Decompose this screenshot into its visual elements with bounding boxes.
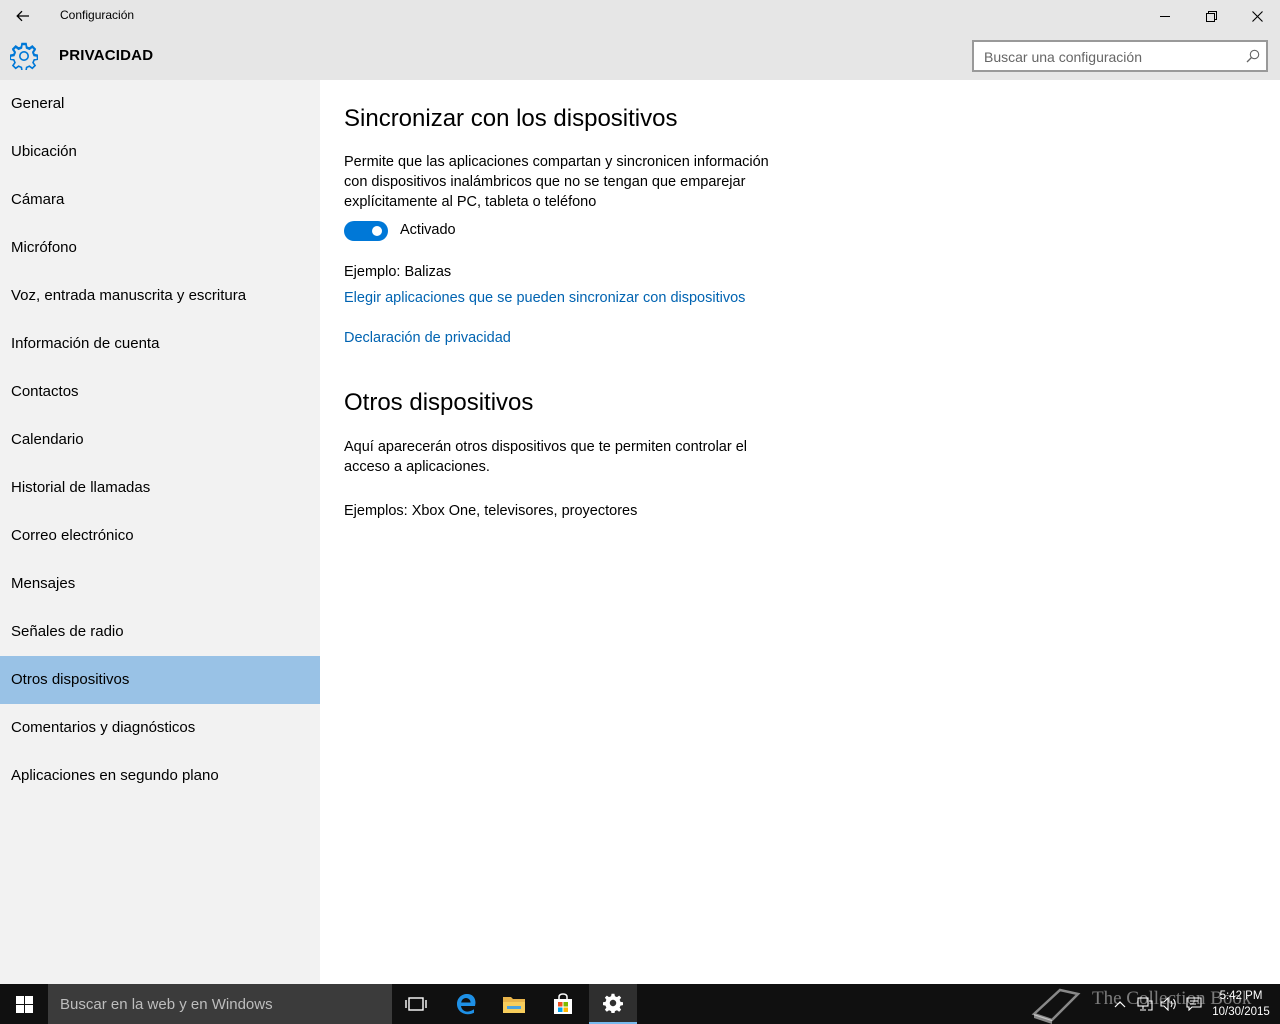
volume-icon (1160, 997, 1176, 1011)
title-bar: Configuración (0, 0, 1280, 32)
settings-taskbar-button[interactable] (589, 984, 637, 1024)
restore-button[interactable] (1188, 0, 1234, 32)
sidebar-item-otros-dispositivos[interactable]: Otros dispositivos (0, 656, 320, 704)
message-icon (1186, 997, 1202, 1011)
search-icon[interactable] (1246, 49, 1260, 63)
taskbar: Buscar en la web y en Windows The Collec… (0, 984, 1280, 1024)
sync-description: Permite que las aplicaciones compartan y… (344, 154, 769, 210)
file-explorer-button[interactable] (490, 984, 538, 1024)
taskbar-search-placeholder: Buscar en la web y en Windows (60, 996, 273, 1013)
file-explorer-icon (503, 997, 525, 1013)
choose-apps-link[interactable]: Elegir aplicaciones que se pueden sincro… (344, 290, 745, 306)
book-icon (1031, 988, 1081, 1024)
minimize-icon (1160, 16, 1170, 17)
clock-date: 10/30/2015 (1212, 1006, 1270, 1018)
network-button[interactable] (1134, 984, 1156, 1024)
sidebar-item-general[interactable]: General (0, 80, 320, 128)
start-button[interactable] (0, 984, 48, 1024)
settings-icon (603, 993, 623, 1013)
close-icon (1251, 10, 1263, 22)
taskbar-search-box[interactable]: Buscar en la web y en Windows (48, 984, 392, 1024)
gear-icon (10, 42, 38, 70)
clock-time: 5:42 PM (1219, 990, 1263, 1002)
edge-button[interactable] (442, 984, 490, 1024)
other-devices-description: Aquí aparecerán otros dispositivos que t… (344, 439, 747, 475)
sidebar-item-camara[interactable]: Cámara (0, 176, 320, 224)
sidebar-item-ubicacion[interactable]: Ubicación (0, 128, 320, 176)
sidebar-item-historial-llamadas[interactable]: Historial de llamadas (0, 464, 320, 512)
action-center-button[interactable] (1182, 984, 1206, 1024)
store-button[interactable] (539, 984, 587, 1024)
volume-button[interactable] (1158, 984, 1180, 1024)
privacy-statement-link[interactable]: Declaración de privacidad (344, 330, 511, 346)
sync-heading: Sincronizar con los dispositivos (344, 105, 678, 132)
network-icon (1137, 997, 1153, 1011)
store-icon (554, 993, 572, 1014)
sync-example: Ejemplo: Balizas (344, 264, 452, 280)
settings-search-box[interactable] (972, 40, 1268, 72)
toggle-state-label: Activado (400, 222, 456, 238)
sidebar-item-senales-radio[interactable]: Señales de radio (0, 608, 320, 656)
sidebar-item-calendario[interactable]: Calendario (0, 416, 320, 464)
page-header: PRIVACIDAD (0, 32, 1280, 80)
chevron-up-icon (1114, 1001, 1126, 1008)
sync-toggle-switch[interactable] (344, 221, 388, 241)
back-button[interactable] (0, 0, 46, 32)
sidebar-item-correo[interactable]: Correo electrónico (0, 512, 320, 560)
page-title: PRIVACIDAD (59, 47, 154, 64)
close-button[interactable] (1234, 0, 1280, 32)
task-view-button[interactable] (392, 984, 440, 1024)
settings-search-input[interactable] (984, 47, 1234, 67)
show-hidden-icons-button[interactable] (1110, 984, 1130, 1024)
main-content: Sincronizar con los dispositivos Permite… (320, 80, 1280, 984)
sidebar-item-contactos[interactable]: Contactos (0, 368, 320, 416)
sidebar-item-informacion-cuenta[interactable]: Información de cuenta (0, 320, 320, 368)
sidebar-item-mensajes[interactable]: Mensajes (0, 560, 320, 608)
other-devices-examples: Ejemplos: Xbox One, televisores, proyect… (344, 503, 638, 519)
sidebar-item-voz[interactable]: Voz, entrada manuscrita y escritura (0, 272, 320, 320)
toggle-knob (372, 226, 382, 236)
other-devices-heading: Otros dispositivos (344, 389, 534, 416)
task-view-icon (405, 997, 427, 1011)
taskbar-clock[interactable]: 5:42 PM 10/30/2015 (1208, 988, 1274, 1020)
minimize-button[interactable] (1142, 0, 1188, 32)
back-arrow-icon (16, 10, 29, 22)
windows-logo-icon (15, 995, 33, 1013)
sidebar-item-segundo-plano[interactable]: Aplicaciones en segundo plano (0, 752, 320, 800)
restore-icon (1205, 10, 1217, 22)
window-title: Configuración (60, 8, 135, 22)
sidebar-item-comentarios[interactable]: Comentarios y diagnósticos (0, 704, 320, 752)
edge-icon (457, 994, 476, 1015)
sidebar-item-microfono[interactable]: Micrófono (0, 224, 320, 272)
sidebar-nav: General Ubicación Cámara Micrófono Voz, … (0, 80, 320, 984)
